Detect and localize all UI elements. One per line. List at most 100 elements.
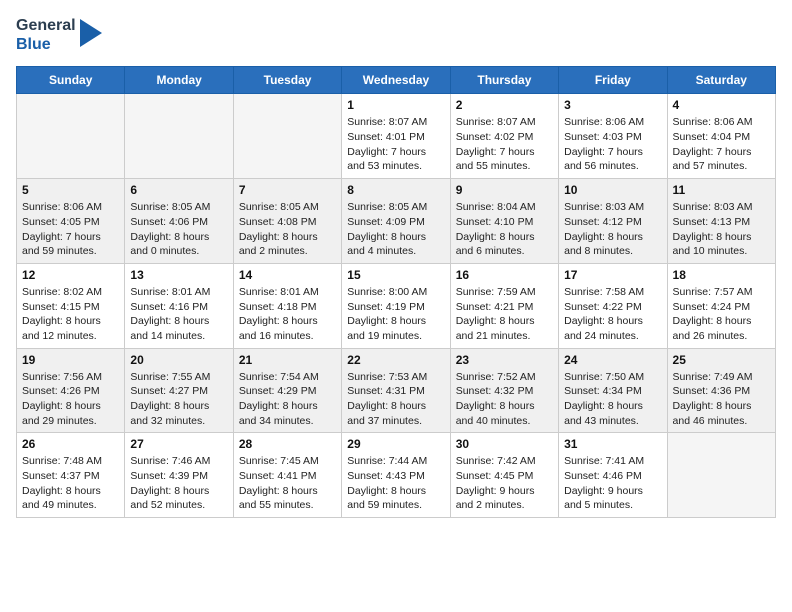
calendar-cell xyxy=(17,94,125,179)
day-info: Sunrise: 7:49 AM Sunset: 4:36 PM Dayligh… xyxy=(673,370,770,429)
calendar-cell: 24 Sunrise: 7:50 AM Sunset: 4:34 PM Dayli… xyxy=(559,348,667,433)
calendar-cell: 12 Sunrise: 8:02 AM Sunset: 4:15 PM Dayli… xyxy=(17,263,125,348)
calendar-cell: 1 Sunrise: 8:07 AM Sunset: 4:01 PM Daylig… xyxy=(342,94,450,179)
day-info: Sunrise: 7:58 AM Sunset: 4:22 PM Dayligh… xyxy=(564,285,661,344)
calendar-header-monday: Monday xyxy=(125,67,233,94)
calendar-cell: 9 Sunrise: 8:04 AM Sunset: 4:10 PM Daylig… xyxy=(450,179,558,264)
calendar-table: SundayMondayTuesdayWednesdayThursdayFrid… xyxy=(16,66,776,518)
calendar-cell: 15 Sunrise: 8:00 AM Sunset: 4:19 PM Dayli… xyxy=(342,263,450,348)
day-number: 15 xyxy=(347,268,444,282)
calendar-cell: 14Sunrise: 8:01 AM Sunset: 4:18 PM Dayli… xyxy=(233,263,341,348)
calendar-header-thursday: Thursday xyxy=(450,67,558,94)
day-number: 27 xyxy=(130,437,227,451)
day-number: 20 xyxy=(130,353,227,367)
calendar-cell: 19Sunrise: 7:56 AM Sunset: 4:26 PM Dayli… xyxy=(17,348,125,433)
calendar-cell: 23 Sunrise: 7:52 AM Sunset: 4:32 PM Dayli… xyxy=(450,348,558,433)
calendar-cell: 26 Sunrise: 7:48 AM Sunset: 4:37 PM Dayli… xyxy=(17,433,125,518)
calendar-cell: 20 Sunrise: 7:55 AM Sunset: 4:27 PM Dayli… xyxy=(125,348,233,433)
day-number: 24 xyxy=(564,353,661,367)
day-info: Sunrise: 8:03 AM Sunset: 4:12 PM Dayligh… xyxy=(564,200,661,259)
day-number: 29 xyxy=(347,437,444,451)
calendar-cell: 16 Sunrise: 7:59 AM Sunset: 4:21 PM Dayli… xyxy=(450,263,558,348)
day-number: 9 xyxy=(456,183,553,197)
day-number: 22 xyxy=(347,353,444,367)
calendar-cell: 8 Sunrise: 8:05 AM Sunset: 4:09 PM Daylig… xyxy=(342,179,450,264)
day-info: Sunrise: 8:05 AM Sunset: 4:09 PM Dayligh… xyxy=(347,200,444,259)
day-number: 23 xyxy=(456,353,553,367)
day-info: Sunrise: 7:54 AM Sunset: 4:29 PM Dayligh… xyxy=(239,370,336,429)
calendar-cell: 17Sunrise: 7:58 AM Sunset: 4:22 PM Dayli… xyxy=(559,263,667,348)
day-number: 4 xyxy=(673,98,770,112)
calendar-cell: 3 Sunrise: 8:06 AM Sunset: 4:03 PM Daylig… xyxy=(559,94,667,179)
day-info: Sunrise: 8:00 AM Sunset: 4:19 PM Dayligh… xyxy=(347,285,444,344)
calendar-cell: 11Sunrise: 8:03 AM Sunset: 4:13 PM Dayli… xyxy=(667,179,775,264)
calendar-cell xyxy=(233,94,341,179)
day-number: 5 xyxy=(22,183,119,197)
day-info: Sunrise: 7:42 AM Sunset: 4:45 PM Dayligh… xyxy=(456,454,553,513)
page-header: General Blue xyxy=(16,16,776,54)
day-info: Sunrise: 8:07 AM Sunset: 4:01 PM Dayligh… xyxy=(347,115,444,174)
day-info: Sunrise: 8:02 AM Sunset: 4:15 PM Dayligh… xyxy=(22,285,119,344)
day-info: Sunrise: 7:44 AM Sunset: 4:43 PM Dayligh… xyxy=(347,454,444,513)
day-info: Sunrise: 8:06 AM Sunset: 4:03 PM Dayligh… xyxy=(564,115,661,174)
calendar-header-saturday: Saturday xyxy=(667,67,775,94)
day-number: 28 xyxy=(239,437,336,451)
calendar-cell: 10Sunrise: 8:03 AM Sunset: 4:12 PM Dayli… xyxy=(559,179,667,264)
day-info: Sunrise: 8:03 AM Sunset: 4:13 PM Dayligh… xyxy=(673,200,770,259)
day-info: Sunrise: 8:05 AM Sunset: 4:08 PM Dayligh… xyxy=(239,200,336,259)
day-number: 13 xyxy=(130,268,227,282)
calendar-header-friday: Friday xyxy=(559,67,667,94)
calendar-week-3: 12 Sunrise: 8:02 AM Sunset: 4:15 PM Dayli… xyxy=(17,263,776,348)
day-info: Sunrise: 7:46 AM Sunset: 4:39 PM Dayligh… xyxy=(130,454,227,513)
day-info: Sunrise: 8:01 AM Sunset: 4:16 PM Dayligh… xyxy=(130,285,227,344)
day-number: 26 xyxy=(22,437,119,451)
day-info: Sunrise: 7:52 AM Sunset: 4:32 PM Dayligh… xyxy=(456,370,553,429)
calendar-cell: 30 Sunrise: 7:42 AM Sunset: 4:45 PM Dayli… xyxy=(450,433,558,518)
calendar-header-sunday: Sunday xyxy=(17,67,125,94)
day-number: 16 xyxy=(456,268,553,282)
calendar-cell: 4 Sunrise: 8:06 AM Sunset: 4:04 PM Daylig… xyxy=(667,94,775,179)
calendar-header-tuesday: Tuesday xyxy=(233,67,341,94)
day-number: 3 xyxy=(564,98,661,112)
calendar-cell: 29 Sunrise: 7:44 AM Sunset: 4:43 PM Dayli… xyxy=(342,433,450,518)
calendar-cell: 31Sunrise: 7:41 AM Sunset: 4:46 PM Dayli… xyxy=(559,433,667,518)
calendar-cell xyxy=(125,94,233,179)
calendar-cell: 27 Sunrise: 7:46 AM Sunset: 4:39 PM Dayli… xyxy=(125,433,233,518)
day-info: Sunrise: 8:05 AM Sunset: 4:06 PM Dayligh… xyxy=(130,200,227,259)
calendar-cell: 13 Sunrise: 8:01 AM Sunset: 4:16 PM Dayli… xyxy=(125,263,233,348)
calendar-week-1: 1 Sunrise: 8:07 AM Sunset: 4:01 PM Daylig… xyxy=(17,94,776,179)
day-info: Sunrise: 7:55 AM Sunset: 4:27 PM Dayligh… xyxy=(130,370,227,429)
day-number: 7 xyxy=(239,183,336,197)
day-info: Sunrise: 8:07 AM Sunset: 4:02 PM Dayligh… xyxy=(456,115,553,174)
day-info: Sunrise: 7:53 AM Sunset: 4:31 PM Dayligh… xyxy=(347,370,444,429)
logo: General Blue xyxy=(16,16,102,54)
logo-line2: Blue xyxy=(16,35,76,54)
day-number: 2 xyxy=(456,98,553,112)
calendar-cell: 7 Sunrise: 8:05 AM Sunset: 4:08 PM Daylig… xyxy=(233,179,341,264)
calendar-cell: 5 Sunrise: 8:06 AM Sunset: 4:05 PM Daylig… xyxy=(17,179,125,264)
day-info: Sunrise: 7:41 AM Sunset: 4:46 PM Dayligh… xyxy=(564,454,661,513)
calendar-cell: 22 Sunrise: 7:53 AM Sunset: 4:31 PM Dayli… xyxy=(342,348,450,433)
day-info: Sunrise: 8:06 AM Sunset: 4:04 PM Dayligh… xyxy=(673,115,770,174)
day-number: 8 xyxy=(347,183,444,197)
day-info: Sunrise: 8:06 AM Sunset: 4:05 PM Dayligh… xyxy=(22,200,119,259)
day-number: 1 xyxy=(347,98,444,112)
day-number: 21 xyxy=(239,353,336,367)
day-number: 6 xyxy=(130,183,227,197)
calendar-cell: 2 Sunrise: 8:07 AM Sunset: 4:02 PM Daylig… xyxy=(450,94,558,179)
calendar-header-wednesday: Wednesday xyxy=(342,67,450,94)
calendar-cell: 18Sunrise: 7:57 AM Sunset: 4:24 PM Dayli… xyxy=(667,263,775,348)
calendar-week-4: 19Sunrise: 7:56 AM Sunset: 4:26 PM Dayli… xyxy=(17,348,776,433)
logo-arrow-icon xyxy=(80,19,102,47)
calendar-cell: 28 Sunrise: 7:45 AM Sunset: 4:41 PM Dayli… xyxy=(233,433,341,518)
day-info: Sunrise: 7:48 AM Sunset: 4:37 PM Dayligh… xyxy=(22,454,119,513)
calendar-week-5: 26 Sunrise: 7:48 AM Sunset: 4:37 PM Dayli… xyxy=(17,433,776,518)
day-number: 18 xyxy=(673,268,770,282)
day-info: Sunrise: 7:59 AM Sunset: 4:21 PM Dayligh… xyxy=(456,285,553,344)
day-info: Sunrise: 7:45 AM Sunset: 4:41 PM Dayligh… xyxy=(239,454,336,513)
day-number: 14 xyxy=(239,268,336,282)
day-info: Sunrise: 7:50 AM Sunset: 4:34 PM Dayligh… xyxy=(564,370,661,429)
day-number: 12 xyxy=(22,268,119,282)
day-info: Sunrise: 8:04 AM Sunset: 4:10 PM Dayligh… xyxy=(456,200,553,259)
day-number: 30 xyxy=(456,437,553,451)
